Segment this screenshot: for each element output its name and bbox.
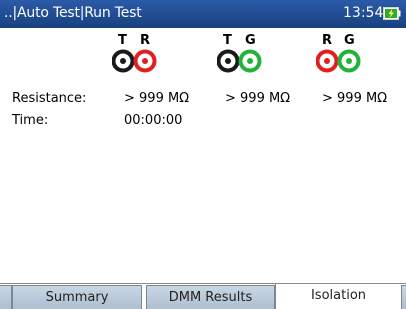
probe-connectors-icon bbox=[217, 49, 262, 73]
probe-label-t: T bbox=[118, 33, 127, 48]
time-label: Time: bbox=[12, 113, 49, 128]
resistance-label: Resistance: bbox=[12, 91, 87, 106]
probe-connectors-icon bbox=[316, 49, 361, 73]
probe-label-g: G bbox=[245, 33, 256, 48]
clock: 13:54 bbox=[343, 5, 384, 21]
probe-label-g: G bbox=[344, 33, 355, 48]
battery-charging-icon bbox=[383, 7, 401, 20]
tab-isolation[interactable]: Isolation bbox=[275, 284, 401, 309]
probe-pair-t-g: T G bbox=[217, 34, 263, 76]
resistance-value-t-r: > 999 MΩ bbox=[124, 91, 190, 106]
title-bar: ..|Auto Test|Run Test 13:54 bbox=[0, 0, 406, 28]
breadcrumb[interactable]: ..|Auto Test|Run Test bbox=[4, 5, 142, 21]
tab-edge-left bbox=[0, 285, 12, 309]
time-value: 00:00:00 bbox=[124, 113, 183, 128]
tab-dmm-results[interactable]: DMM Results bbox=[146, 285, 275, 309]
probe-pair-r-g: R G bbox=[316, 34, 362, 76]
probe-connectors-icon bbox=[112, 49, 157, 73]
tab-edge-right bbox=[401, 285, 406, 309]
resistance-value-r-g: > 999 MΩ bbox=[322, 91, 388, 106]
probe-label-r: R bbox=[322, 33, 333, 48]
probe-pair-t-r: T R bbox=[112, 34, 158, 76]
probe-label-t: T bbox=[223, 33, 232, 48]
tab-summary[interactable]: Summary bbox=[12, 285, 142, 309]
resistance-value-t-g: > 999 MΩ bbox=[225, 91, 291, 106]
probe-label-r: R bbox=[140, 33, 151, 48]
